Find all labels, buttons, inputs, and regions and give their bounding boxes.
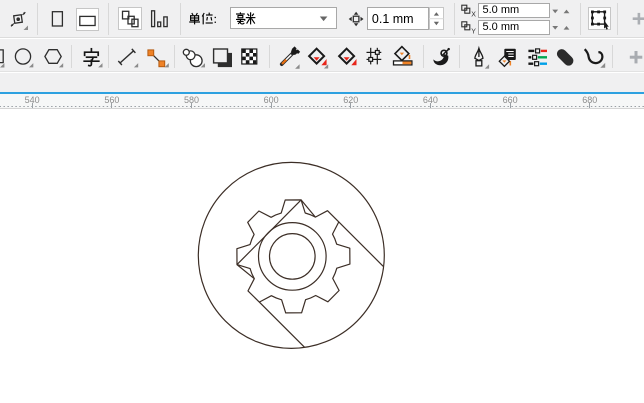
svg-text:Y: Y — [471, 28, 476, 35]
svg-text:X: X — [471, 12, 476, 19]
